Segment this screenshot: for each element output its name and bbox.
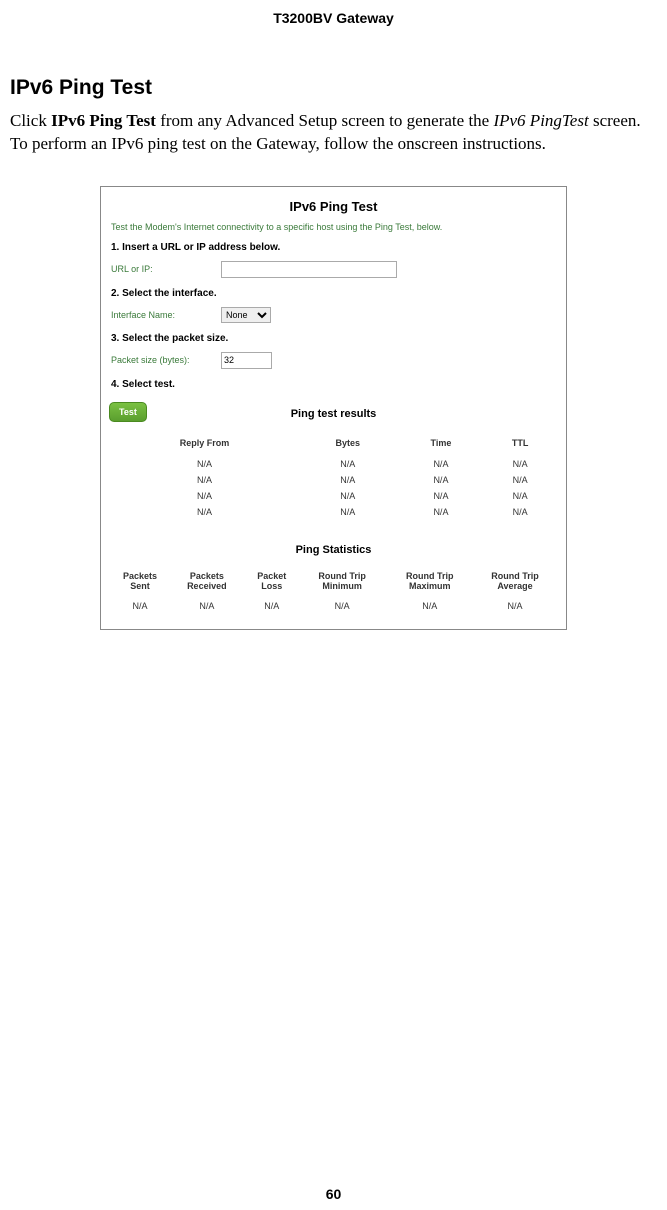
interface-row: Interface Name: None	[111, 307, 556, 323]
col-packets-received: Packets Received	[169, 570, 245, 598]
cell: N/A	[298, 456, 398, 472]
col-time: Time	[398, 434, 485, 456]
packet-row: Packet size (bytes):	[111, 352, 556, 369]
col-rt-avg: Round Trip Average	[474, 570, 556, 598]
cell: N/A	[398, 488, 485, 504]
body-pre: Click	[10, 111, 51, 130]
stats-title: Ping Statistics	[111, 544, 556, 556]
cell: N/A	[111, 488, 298, 504]
cell: N/A	[298, 504, 398, 520]
col-packets-sent: Packets Sent	[111, 570, 169, 598]
cell: N/A	[484, 472, 556, 488]
table-row: N/A N/A N/A N/A	[111, 488, 556, 504]
table-row: N/A N/A N/A N/A N/A N/A	[111, 598, 556, 614]
cell: N/A	[111, 456, 298, 472]
cell: N/A	[385, 598, 474, 614]
table-row: N/A N/A N/A N/A	[111, 456, 556, 472]
cell: N/A	[111, 504, 298, 520]
results-table: Reply From Bytes Time TTL N/A N/A N/A N/…	[111, 434, 556, 520]
document-header: T3200BV Gateway	[10, 10, 657, 26]
col-bytes: Bytes	[298, 434, 398, 456]
panel-title: IPv6 Ping Test	[111, 199, 556, 214]
cell: N/A	[169, 598, 245, 614]
url-row: URL or IP:	[111, 261, 556, 278]
col-rt-max: Round Trip Maximum	[385, 570, 474, 598]
results-title: Ping test results	[111, 408, 556, 420]
page-number: 60	[0, 1186, 667, 1202]
body-italic: IPv6 PingTest	[493, 111, 588, 130]
packet-input[interactable]	[221, 352, 272, 369]
cell: N/A	[111, 598, 169, 614]
cell: N/A	[484, 456, 556, 472]
url-input[interactable]	[221, 261, 397, 278]
cell: N/A	[484, 488, 556, 504]
body-paragraph: Click IPv6 Ping Test from any Advanced S…	[10, 110, 657, 156]
results-header-row: Reply From Bytes Time TTL	[111, 434, 556, 456]
section-heading: IPv6 Ping Test	[10, 76, 657, 100]
step-1-label: 1. Insert a URL or IP address below.	[111, 242, 556, 253]
cell: N/A	[298, 472, 398, 488]
cell: N/A	[298, 488, 398, 504]
step-4-label: 4. Select test.	[111, 379, 556, 390]
cell: N/A	[245, 598, 299, 614]
packet-label: Packet size (bytes):	[111, 355, 221, 365]
test-button[interactable]: Test	[109, 402, 147, 422]
panel-intro: Test the Modem's Internet connectivity t…	[111, 222, 556, 232]
interface-select[interactable]: None	[221, 307, 271, 323]
col-packet-loss: Packet Loss	[245, 570, 299, 598]
body-bold: IPv6 Ping Test	[51, 111, 156, 130]
step-3-label: 3. Select the packet size.	[111, 333, 556, 344]
table-row: N/A N/A N/A N/A	[111, 504, 556, 520]
interface-label: Interface Name:	[111, 310, 221, 320]
table-row: N/A N/A N/A N/A	[111, 472, 556, 488]
cell: N/A	[484, 504, 556, 520]
col-reply-from: Reply From	[111, 434, 298, 456]
col-rt-min: Round Trip Minimum	[299, 570, 386, 598]
step-2-label: 2. Select the interface.	[111, 288, 556, 299]
cell: N/A	[111, 472, 298, 488]
stats-header-row: Packets Sent Packets Received Packet Los…	[111, 570, 556, 598]
col-ttl: TTL	[484, 434, 556, 456]
embedded-screenshot: IPv6 Ping Test Test the Modem's Internet…	[100, 186, 567, 630]
stats-table: Packets Sent Packets Received Packet Los…	[111, 570, 556, 614]
cell: N/A	[474, 598, 556, 614]
cell: N/A	[398, 472, 485, 488]
cell: N/A	[299, 598, 386, 614]
url-label: URL or IP:	[111, 264, 221, 274]
body-mid: from any Advanced Setup screen to genera…	[156, 111, 494, 130]
cell: N/A	[398, 456, 485, 472]
cell: N/A	[398, 504, 485, 520]
